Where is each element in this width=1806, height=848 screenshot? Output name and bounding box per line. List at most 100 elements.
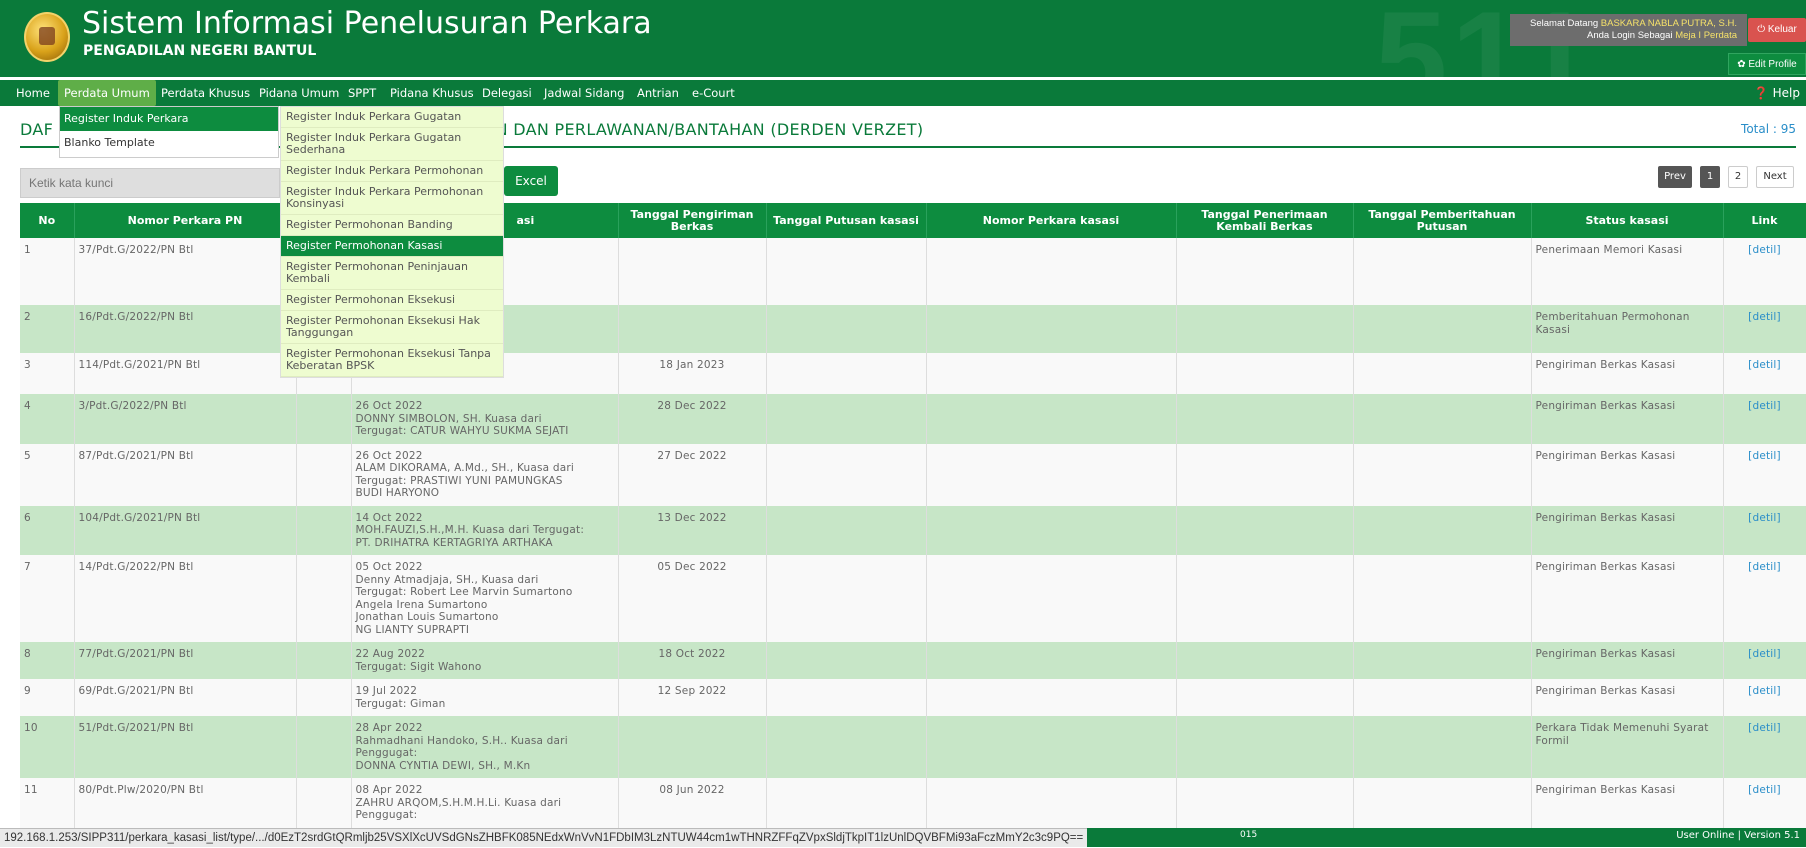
cell-link[interactable]: [detil] <box>1723 716 1806 778</box>
nav-sppt[interactable]: SPPT <box>342 80 382 106</box>
cell-tanggal-terima <box>1176 353 1354 394</box>
cell-tanggal-pemberitahuan <box>1353 394 1532 444</box>
prev-page-button[interactable]: Prev <box>1658 166 1692 188</box>
logout-button[interactable]: ⏻ Keluar <box>1748 18 1806 42</box>
edit-profile-button[interactable]: ✿ Edit Profile <box>1728 53 1806 75</box>
court-logo-icon[interactable] <box>24 12 70 62</box>
col-header[interactable]: Status kasasi <box>1531 203 1724 238</box>
cell-tanggal-pemberitahuan <box>1353 505 1532 555</box>
cell-link[interactable]: [detil] <box>1723 443 1806 506</box>
cell-blank <box>296 642 352 679</box>
cell-tanggal-putusan <box>766 353 927 394</box>
menu-register-induk-perkara[interactable]: Register Induk Perkara <box>60 107 278 131</box>
nav-pidana-umum[interactable]: Pidana Umum <box>253 80 345 106</box>
cell-pemohon: 08 Apr 2022 ZAHRU ARQOM,S.H.M.H.Li. Kuas… <box>351 778 619 828</box>
cell-link[interactable]: [detil] <box>1723 778 1806 828</box>
menu-blanko-template[interactable]: Blanko Template <box>60 131 278 155</box>
cell-no: 9 <box>20 679 75 716</box>
excel-button[interactable]: Excel <box>504 166 558 196</box>
cell-tanggal-putusan <box>766 305 927 353</box>
nav-jadwal-sidang[interactable]: Jadwal Sidang <box>538 80 630 106</box>
cell-tanggal-kirim: 08 Jun 2022 <box>618 778 767 828</box>
nav-delegasi[interactable]: Delegasi <box>476 80 538 106</box>
cell-tanggal-putusan <box>766 505 927 555</box>
cell-link[interactable]: [detil] <box>1723 305 1806 353</box>
nav-ecourt[interactable]: e-Court <box>686 80 741 106</box>
nav-pidana-khusus[interactable]: Pidana Khusus <box>384 80 480 106</box>
menu-induk-gugatan-sederhana[interactable]: Register Induk Perkara Gugatan Sederhana <box>281 128 503 161</box>
table-row: 8 77/Pdt.G/2021/PN Btl 22 Aug 2022 Terguga… <box>20 642 1806 679</box>
cell-tanggal-kirim <box>618 716 767 778</box>
footer-year: 015 <box>1240 830 1258 840</box>
nav-home[interactable]: Home <box>10 80 56 106</box>
cell-nomor-kasasi <box>926 394 1177 444</box>
col-header[interactable]: Nomor Perkara kasasi <box>926 203 1177 238</box>
cell-pemohon: 22 Aug 2022 Tergugat: Sigit Wahono <box>351 642 619 679</box>
cell-pemohon: 26 Oct 2022 ALAM DIKORAMA, A.Md., SH., K… <box>351 443 619 506</box>
next-page-button[interactable]: Next <box>1756 166 1794 188</box>
cell-link[interactable]: [detil] <box>1723 679 1806 716</box>
user-name: BASKARA NABLA PUTRA, S.H. <box>1600 18 1737 29</box>
nav-perdata-umum[interactable]: Perdata Umum <box>58 80 156 106</box>
cell-tanggal-putusan <box>766 642 927 679</box>
cell-blank <box>296 505 352 555</box>
page-2-button[interactable]: 2 <box>1728 166 1748 188</box>
cell-tanggal-pemberitahuan <box>1353 555 1532 642</box>
cell-tanggal-terima <box>1176 443 1354 506</box>
nav-antrian[interactable]: Antrian <box>631 80 685 106</box>
col-header[interactable]: Tanggal Pengiriman Berkas <box>618 203 767 238</box>
menu-eksekusi-tanpa-keberatan-bpsk[interactable]: Register Permohonan Eksekusi Tanpa Keber… <box>281 344 503 377</box>
cell-blank <box>296 716 352 778</box>
cell-tanggal-putusan <box>766 555 927 642</box>
cell-tanggal-terima <box>1176 716 1354 778</box>
menu-peninjauan-kembali[interactable]: Register Permohonan Peninjauan Kembali <box>281 257 503 290</box>
cell-no: 7 <box>20 555 75 642</box>
col-header[interactable]: Tanggal Putusan kasasi <box>766 203 927 238</box>
cell-status: Pengiriman Berkas Kasasi <box>1531 555 1724 642</box>
cell-status: Pengiriman Berkas Kasasi <box>1531 679 1724 716</box>
cell-nomor-kasasi <box>926 505 1177 555</box>
menu-induk-permohonan-konsinyasi[interactable]: Register Induk Perkara Permohonan Konsin… <box>281 182 503 215</box>
cell-nomor-kasasi <box>926 679 1177 716</box>
cell-tanggal-putusan <box>766 778 927 828</box>
cell-link[interactable]: [detil] <box>1723 394 1806 444</box>
menu-permohonan-kasasi[interactable]: Register Permohonan Kasasi <box>281 236 503 257</box>
cell-link[interactable]: [detil] <box>1723 505 1806 555</box>
col-header[interactable]: Tanggal Pemberitahuan Putusan <box>1353 203 1532 238</box>
user-role: Meja I Perdata <box>1675 30 1737 41</box>
cell-nomor-perkara: 14/Pdt.G/2022/PN Btl <box>74 555 297 642</box>
cell-status: Pengiriman Berkas Kasasi <box>1531 778 1724 828</box>
cell-tanggal-terima <box>1176 505 1354 555</box>
menu-induk-permohonan[interactable]: Register Induk Perkara Permohonan <box>281 161 503 182</box>
cell-blank <box>296 679 352 716</box>
cell-link[interactable]: [detil] <box>1723 555 1806 642</box>
browser-status-url: 192.168.1.253/SIPP311/perkara_kasasi_lis… <box>0 828 1088 847</box>
cell-link[interactable]: [detil] <box>1723 353 1806 394</box>
cell-blank <box>296 778 352 828</box>
app-subtitle: PENGADILAN NEGERI BANTUL <box>83 43 317 59</box>
cell-link[interactable]: [detil] <box>1723 642 1806 679</box>
cell-status: Perkara Tidak Memenuhi Syarat Formil <box>1531 716 1724 778</box>
col-header[interactable]: Tanggal Penerimaan Kembali Berkas <box>1176 203 1354 238</box>
col-header[interactable]: Link <box>1723 203 1806 238</box>
page-1-button[interactable]: 1 <box>1700 166 1720 188</box>
menu-permohonan-banding[interactable]: Register Permohonan Banding <box>281 215 503 236</box>
cell-nomor-perkara: 80/Pdt.Plw/2020/PN Btl <box>74 778 297 828</box>
table-row: 9 69/Pdt.G/2021/PN Btl 19 Jul 2022 Terguga… <box>20 679 1806 716</box>
cell-nomor-kasasi <box>926 353 1177 394</box>
help-link[interactable]: ❓ Help <box>1754 80 1800 106</box>
cell-no: 10 <box>20 716 75 778</box>
cell-nomor-kasasi <box>926 642 1177 679</box>
cell-tanggal-pemberitahuan <box>1353 716 1532 778</box>
cell-tanggal-terima <box>1176 555 1354 642</box>
cell-tanggal-terima <box>1176 238 1354 305</box>
menu-induk-gugatan[interactable]: Register Induk Perkara Gugatan <box>281 107 503 128</box>
menu-eksekusi-hak-tanggungan[interactable]: Register Permohonan Eksekusi Hak Tanggun… <box>281 311 503 344</box>
menu-permohonan-eksekusi[interactable]: Register Permohonan Eksekusi <box>281 290 503 311</box>
nav-perdata-khusus[interactable]: Perdata Khusus <box>155 80 256 106</box>
perdata-umum-dropdown: Register Induk Perkara Blanko Template R… <box>59 106 504 412</box>
cell-nomor-kasasi <box>926 555 1177 642</box>
cell-link[interactable]: [detil] <box>1723 238 1806 305</box>
cell-status: Pengiriman Berkas Kasasi <box>1531 642 1724 679</box>
table-row: 11 80/Pdt.Plw/2020/PN Btl 08 Apr 2022 ZAHR… <box>20 778 1806 828</box>
